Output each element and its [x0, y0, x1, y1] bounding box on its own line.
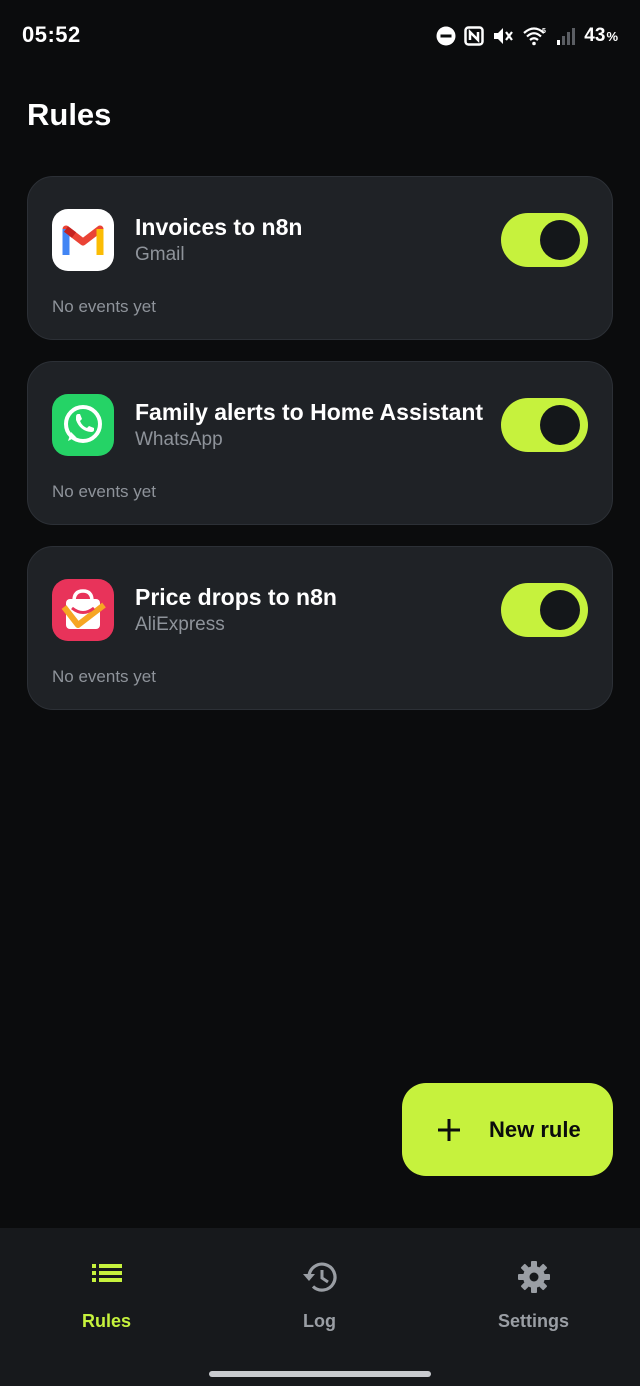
plus-icon	[438, 1119, 460, 1141]
svg-text:5: 5	[542, 28, 546, 35]
bottom-nav: Rules Log Settings	[0, 1228, 640, 1386]
nav-label-log: Log	[303, 1311, 336, 1331]
rule-app: Gmail	[135, 244, 185, 265]
rule-events-status: No events yet	[52, 297, 156, 316]
nav-item-log[interactable]: Log	[213, 1228, 426, 1358]
rule-enabled-toggle[interactable]	[501, 583, 588, 637]
list-icon	[91, 1264, 122, 1282]
gear-icon	[517, 1261, 550, 1293]
rule-enabled-toggle[interactable]	[501, 398, 588, 452]
rule-events-status: No events yet	[52, 667, 156, 686]
toggle-knob	[540, 405, 580, 445]
rule-list: Invoices to n8n Gmail No events yet Fami…	[27, 176, 613, 731]
nav-item-settings[interactable]: Settings	[427, 1228, 640, 1358]
signal-icon	[557, 28, 576, 45]
battery-level: 43%	[584, 25, 618, 46]
rule-app: WhatsApp	[135, 429, 223, 450]
toggle-knob	[540, 220, 580, 260]
nav-label-rules: Rules	[81, 1311, 132, 1331]
rule-name: Price drops to n8n	[135, 584, 337, 610]
toggle-knob	[540, 590, 580, 630]
rule-name: Invoices to n8n	[135, 214, 303, 240]
new-rule-label: New rule	[489, 1117, 581, 1142]
rule-enabled-toggle[interactable]	[501, 213, 588, 267]
wifi-icon: 5	[523, 27, 546, 46]
page-title: Rules	[27, 97, 112, 132]
home-indicator[interactable]	[209, 1371, 431, 1377]
nfc-icon	[464, 26, 485, 46]
rule-app: AliExpress	[135, 614, 225, 635]
whatsapp-icon	[52, 394, 114, 456]
gmail-icon	[52, 209, 114, 271]
rule-events-status: No events yet	[52, 482, 156, 501]
history-icon	[302, 1262, 337, 1292]
do-not-disturb-icon	[436, 26, 456, 46]
status-bar: 05:52 5 43%	[0, 0, 640, 72]
aliexpress-icon	[52, 579, 114, 641]
status-time: 05:52	[22, 22, 81, 47]
rule-card[interactable]: Price drops to n8n AliExpress No events …	[27, 546, 613, 710]
nav-item-rules[interactable]: Rules	[0, 1228, 213, 1358]
nav-label-settings: Settings	[497, 1311, 569, 1331]
rule-card[interactable]: Invoices to n8n Gmail No events yet	[27, 176, 613, 340]
rule-card[interactable]: Family alerts to Home Assistant WhatsApp…	[27, 361, 613, 525]
mute-icon	[494, 28, 514, 44]
new-rule-button[interactable]: New rule	[402, 1083, 613, 1176]
status-icons: 5 43%	[436, 22, 618, 50]
rule-name: Family alerts to Home Assistant	[135, 399, 484, 425]
